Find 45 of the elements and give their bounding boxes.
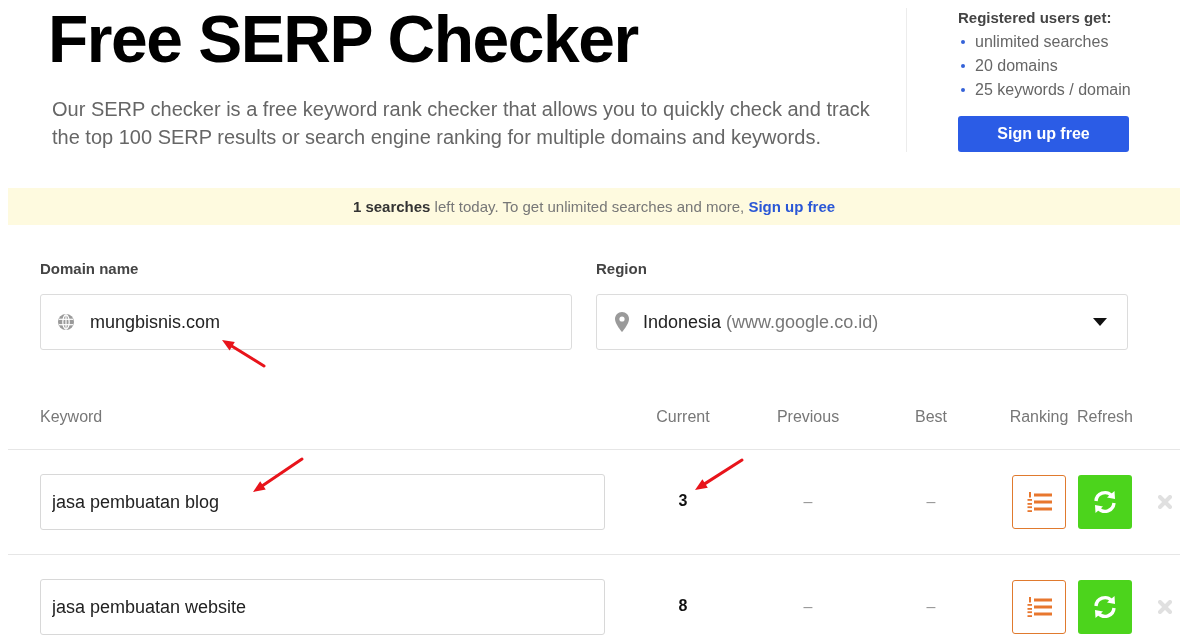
best-rank: – — [926, 598, 936, 616]
field-label: Region — [596, 259, 647, 279]
current-rank: 8 — [678, 597, 688, 615]
column-header: Ranking — [1009, 408, 1069, 426]
best-rank: – — [926, 493, 936, 511]
current-rank: 3 — [678, 492, 688, 510]
column-header: Previous — [776, 408, 840, 426]
domain-field[interactable]: mungbisnis.com — [40, 294, 572, 350]
bullet-icon — [961, 64, 965, 68]
panel-heading: Registered users get: — [958, 8, 1113, 28]
signup-link[interactable]: Sign up free — [748, 198, 836, 215]
cross-icon — [1158, 600, 1172, 614]
ranking-button[interactable] — [1012, 580, 1066, 634]
refresh-button[interactable] — [1078, 580, 1132, 634]
cross-icon — [1158, 495, 1172, 509]
benefit-text: 25 keywords / domain — [975, 81, 1131, 99]
list-icon — [1026, 597, 1052, 617]
delete-button[interactable] — [1158, 600, 1172, 614]
page-title: Free SERP Checker — [48, 6, 640, 72]
benefit-text: 20 domains — [975, 57, 1058, 75]
refresh-button[interactable] — [1078, 475, 1132, 529]
keyword-field[interactable]: jasa pembuatan website — [40, 579, 605, 635]
field-label: Domain name — [40, 259, 139, 279]
page-description: Our SERP checker is a free keyword rank checker that allows you to quickly check and track the top 100 SERP results or search engine ranking for multiple domains and keywords. — [52, 97, 871, 150]
globe-icon — [58, 314, 74, 330]
list-icon — [1026, 492, 1052, 512]
refresh-icon — [1092, 489, 1118, 515]
column-header: Refresh — [1077, 408, 1133, 426]
notice-text: 1 searches left today. To get unlimited searches and more, Sign up free — [8, 188, 1180, 225]
column-header: Best — [915, 408, 947, 426]
bullet-icon — [961, 88, 965, 92]
refresh-icon — [1092, 594, 1118, 620]
column-header: Current — [656, 408, 710, 426]
location-pin-icon — [615, 312, 629, 332]
previous-rank: – — [803, 598, 813, 616]
caret-icon — [1093, 318, 1107, 326]
delete-button[interactable] — [1158, 495, 1172, 509]
ranking-button[interactable] — [1012, 475, 1066, 529]
region-select[interactable]: Indonesia (www.google.co.id) — [596, 294, 1128, 350]
benefit-text: unlimited searches — [975, 33, 1109, 51]
previous-rank: – — [803, 493, 813, 511]
column-header: Keyword — [40, 408, 103, 426]
signup-button[interactable]: Sign up free — [958, 116, 1129, 152]
bullet-icon — [961, 40, 965, 44]
keyword-field[interactable]: jasa pembuatan blog — [40, 474, 605, 530]
